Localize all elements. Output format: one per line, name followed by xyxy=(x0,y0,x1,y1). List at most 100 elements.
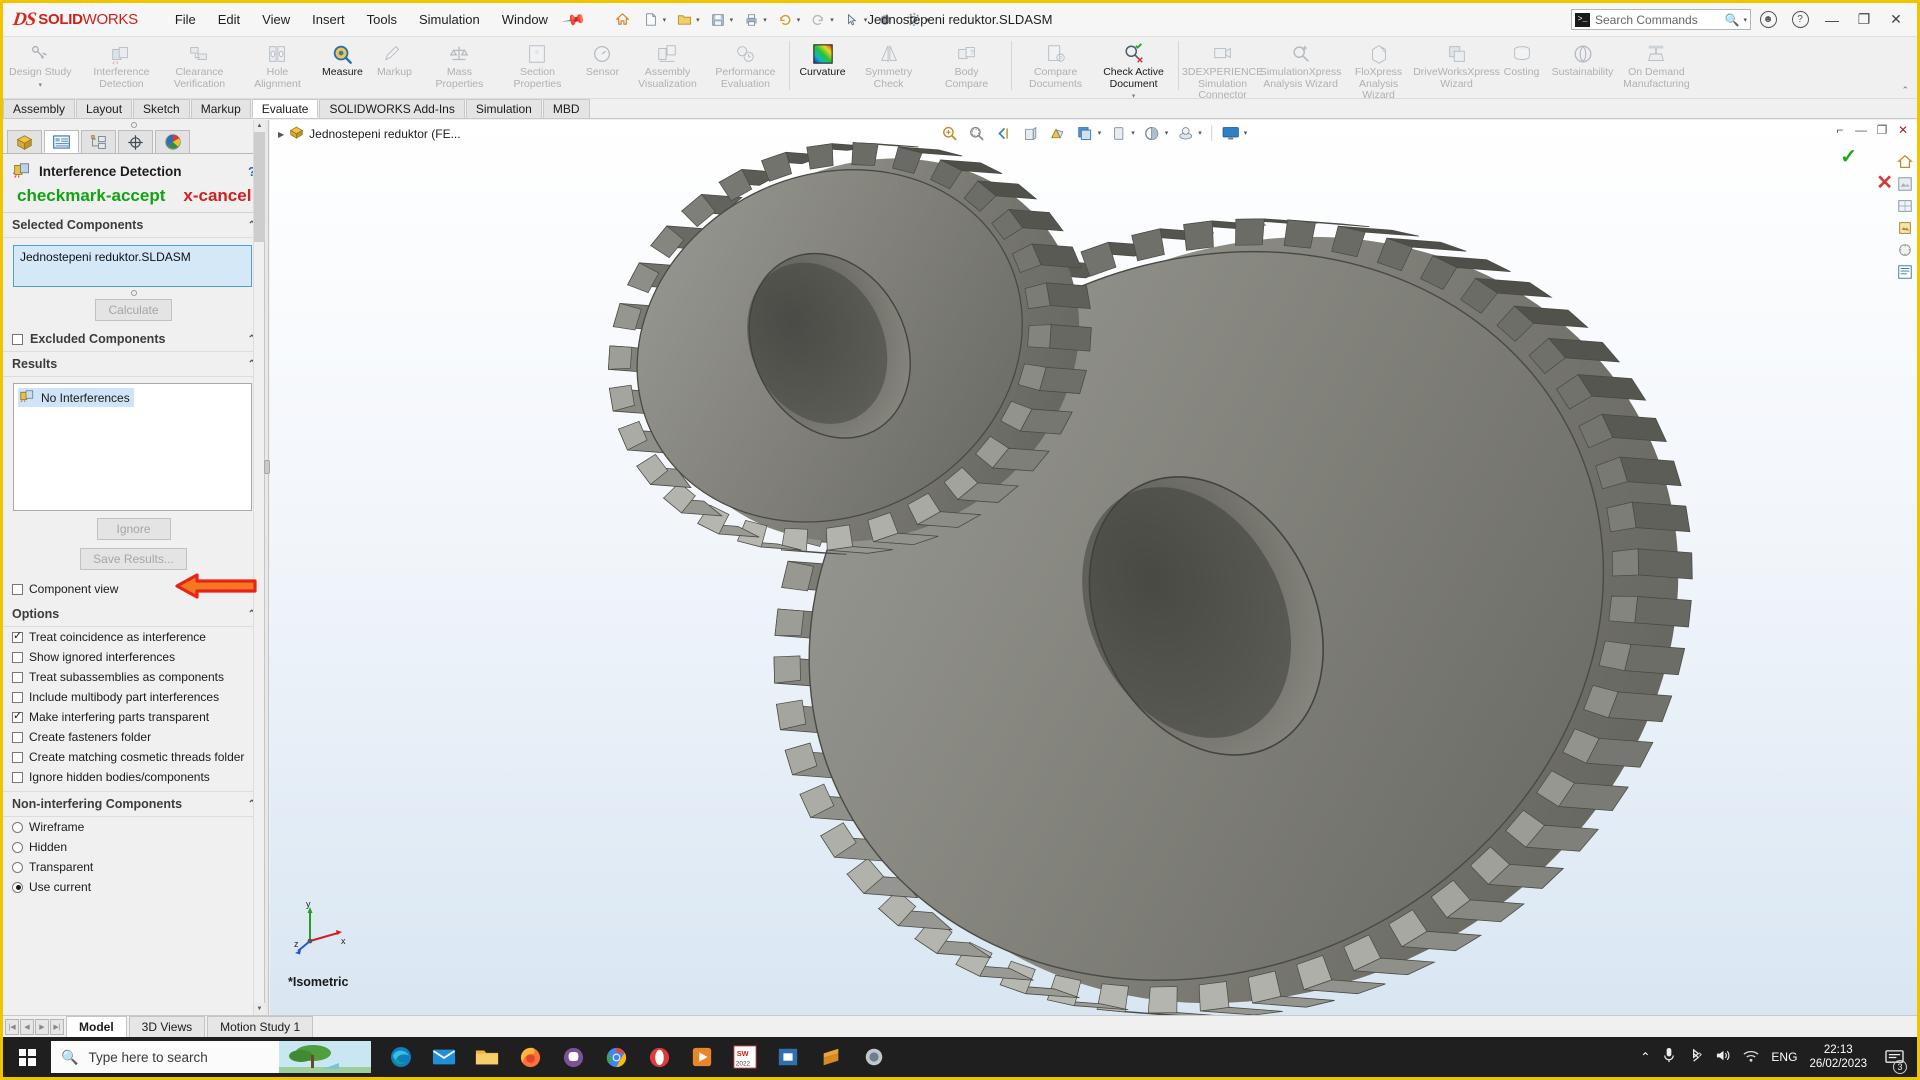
ribbon-body-compare[interactable]: ? Body Compare xyxy=(928,39,1006,90)
scene-caret-icon[interactable]: ▾ xyxy=(1198,129,1202,137)
viber-icon[interactable] xyxy=(553,1037,593,1077)
pin-icon[interactable]: 📌 xyxy=(561,7,587,33)
ribbon-costing[interactable]: Costing xyxy=(1496,39,1548,79)
panel-splitter[interactable] xyxy=(264,120,270,1015)
sublime-icon[interactable] xyxy=(811,1037,851,1077)
next-tab-icon[interactable]: ▶ xyxy=(35,1018,49,1035)
language-indicator[interactable]: ENG xyxy=(1771,1050,1797,1064)
ribbon-markup[interactable]: Markup xyxy=(368,39,420,79)
wifi-icon[interactable] xyxy=(1743,1049,1759,1066)
lights-cameras-icon[interactable] xyxy=(1895,240,1915,260)
last-tab-icon[interactable]: ▶| xyxy=(50,1018,64,1035)
close-button[interactable]: ✕ xyxy=(1881,7,1911,33)
solidworks-2022-icon[interactable]: SW 2022 xyxy=(725,1037,765,1077)
tab-assembly[interactable]: Assembly xyxy=(3,99,76,118)
search-dropdown-icon[interactable]: ▾ xyxy=(1743,16,1747,24)
accept-button[interactable]: checkmark-accept xyxy=(17,186,165,206)
ribbon-design-study[interactable]: Design Study ▾ xyxy=(5,39,75,91)
view-home-icon[interactable] xyxy=(1895,152,1915,172)
create-fasteners-checkbox[interactable] xyxy=(12,731,23,743)
tab-solidworks-add-ins[interactable]: SOLIDWORKS Add-Ins xyxy=(319,99,465,118)
appearance-caret-icon[interactable]: ▾ xyxy=(1165,129,1169,137)
section-excluded-components[interactable]: Excluded Components ⌃ xyxy=(3,327,264,352)
save-icon[interactable] xyxy=(705,8,731,32)
search-commands-box[interactable]: >_ Search Commands 🔍 ▾ xyxy=(1571,9,1751,30)
document-close-button[interactable]: ✕ xyxy=(1895,123,1911,137)
property-manager-scrollbar[interactable]: ▲ ▼ xyxy=(253,120,265,1015)
new-document-icon[interactable] xyxy=(638,8,664,32)
powerpoint-icon[interactable] xyxy=(768,1037,808,1077)
ribbon-compare-documents[interactable]: ? Compare Documents xyxy=(1017,39,1095,90)
ribbon-clearance-verification[interactable]: Clearance Verification xyxy=(160,39,238,90)
section-view-icon[interactable] xyxy=(1019,122,1043,144)
first-tab-icon[interactable]: |◀ xyxy=(5,1018,19,1035)
panel-resize-handle[interactable] xyxy=(3,120,264,130)
confirmation-corner-accept[interactable]: ✓ xyxy=(1840,144,1857,169)
edrawings-icon[interactable] xyxy=(854,1037,894,1077)
save-results-button[interactable]: Save Results... xyxy=(80,548,187,570)
tab-mbd[interactable]: MBD xyxy=(542,99,590,118)
volume-icon[interactable] xyxy=(1715,1048,1731,1066)
ignore-button[interactable]: Ignore xyxy=(96,518,171,540)
display-manager-tab[interactable] xyxy=(155,130,190,153)
account-icon[interactable]: ☻ xyxy=(1753,7,1783,33)
section-non-interfering-components[interactable]: Non-interfering Components ⌃ xyxy=(3,792,264,817)
dock-left-button[interactable]: ⌐ xyxy=(1832,123,1848,137)
ribbon-symmetry-check[interactable]: Symmetry Check xyxy=(850,39,928,90)
expand-arrow-icon[interactable]: ▶ xyxy=(278,130,284,139)
home-icon[interactable] xyxy=(610,8,636,32)
calculate-button[interactable]: Calculate xyxy=(95,299,172,321)
hide-show-caret-icon[interactable]: ▾ xyxy=(1131,129,1135,137)
option-treat-subassemblies[interactable]: Treat subassemblies as components xyxy=(3,667,264,687)
tab-evaluate[interactable]: Evaluate xyxy=(251,99,319,118)
restore-button[interactable]: ❐ xyxy=(1849,7,1879,33)
ribbon-mass-properties[interactable]: Mass Properties xyxy=(420,39,498,90)
treat-subassemblies-checkbox[interactable] xyxy=(12,671,23,683)
create-cosmetic-threads-checkbox[interactable] xyxy=(12,751,23,763)
undo-icon[interactable] xyxy=(772,8,798,32)
tab-model[interactable]: Model xyxy=(66,1016,127,1037)
ignore-hidden-bodies-checkbox[interactable] xyxy=(12,771,23,783)
ribbon-interference-detection[interactable]: Interference Detection xyxy=(82,39,160,90)
make-transparent-checkbox[interactable] xyxy=(12,709,23,723)
option-ignore-hidden-bodies[interactable]: Ignore hidden bodies/components xyxy=(3,767,264,787)
ribbon-sensor[interactable]: Sensor xyxy=(576,39,628,79)
redo-icon[interactable] xyxy=(805,8,831,32)
ribbon-performance-evaluation[interactable]: Performance Evaluation xyxy=(706,39,784,90)
ribbon-measure[interactable]: Measure xyxy=(316,39,368,79)
scroll-up-icon[interactable]: ▲ xyxy=(254,120,265,132)
option-show-ignored[interactable]: Show ignored interferences xyxy=(3,647,264,667)
excluded-components-checkbox[interactable] xyxy=(12,333,23,345)
transparent-radio[interactable] xyxy=(12,861,23,873)
tab-layout[interactable]: Layout xyxy=(76,99,133,118)
option-treat-coincidence[interactable]: Treat coincidence as interference xyxy=(3,627,264,647)
mail-icon[interactable] xyxy=(424,1037,464,1077)
dock-right-button[interactable]: — xyxy=(1853,123,1869,137)
tab-markup[interactable]: Markup xyxy=(190,99,251,118)
select-icon[interactable] xyxy=(839,8,865,32)
use-current-radio[interactable] xyxy=(12,881,23,893)
section-selected-components[interactable]: Selected Components ⌃ xyxy=(3,213,264,238)
help-icon[interactable]: ? xyxy=(1785,7,1815,33)
appearances-icon[interactable] xyxy=(1895,174,1915,194)
radio-hidden[interactable]: Hidden xyxy=(3,837,264,857)
cancel-button[interactable]: x-cancel xyxy=(183,186,251,206)
display-style-caret-icon[interactable]: ▾ xyxy=(1098,129,1102,137)
ribbon-3dexperience-simulation-connector[interactable]: 3DEXPERIENCE Simulation Connector xyxy=(1182,39,1263,102)
option-create-cosmetic-threads-folder[interactable]: Create matching cosmetic threads folder xyxy=(3,747,264,767)
ribbon-check-active-document[interactable]: Check Active Document ▾ xyxy=(1095,39,1173,103)
show-ignored-checkbox[interactable] xyxy=(12,651,23,663)
feature-manager-tab[interactable] xyxy=(7,130,42,153)
ribbon-curvature[interactable]: Curvature xyxy=(795,39,849,79)
microsoft-edge-icon[interactable] xyxy=(381,1037,421,1077)
treat-coincidence-checkbox[interactable] xyxy=(12,629,23,643)
property-manager-tab[interactable] xyxy=(44,130,79,153)
apply-scene-icon[interactable] xyxy=(1173,122,1197,144)
rebuild-icon[interactable] xyxy=(872,8,898,32)
option-create-fasteners-folder[interactable]: Create fasteners folder xyxy=(3,727,264,747)
gear-assembly-model[interactable] xyxy=(270,120,1917,1015)
radio-use-current[interactable]: Use current xyxy=(3,877,264,897)
view-settings-caret-icon[interactable]: ▾ xyxy=(1244,129,1248,137)
radio-wireframe[interactable]: Wireframe xyxy=(3,817,264,837)
graphics-area[interactable]: ▶ Jednostepeni reduktor (FE... ▾ ▾ ▾ ▾ ▾… xyxy=(270,120,1917,1015)
